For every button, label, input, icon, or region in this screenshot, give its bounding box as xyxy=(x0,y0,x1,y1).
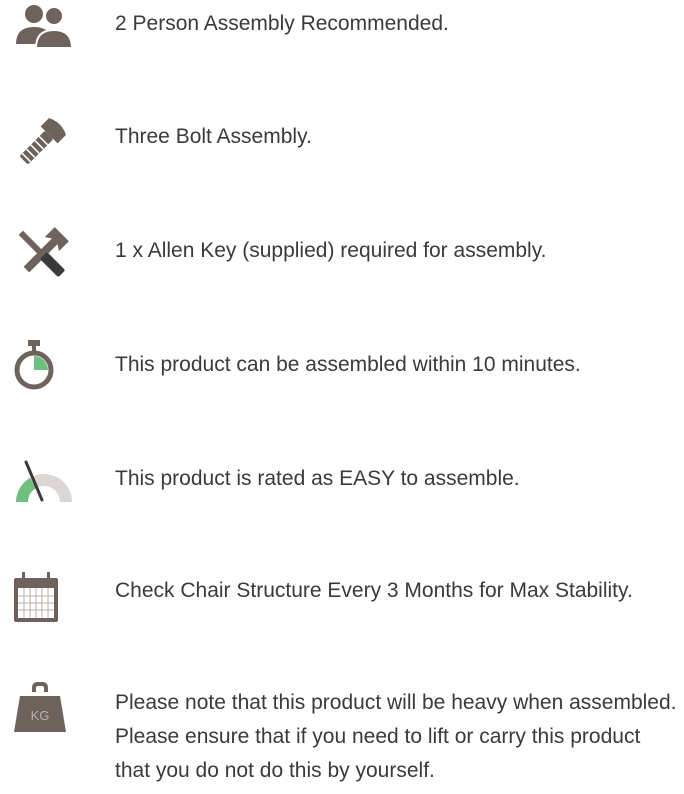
bolt-icon xyxy=(10,110,74,174)
assembly-info-text: 1 x Allen Key (supplied) required for as… xyxy=(115,239,547,262)
stopwatch-icon xyxy=(10,334,74,398)
tools-icon xyxy=(10,222,74,286)
assembly-info-text: Please note that this product will be he… xyxy=(115,691,677,782)
assembly-info-text: This product can be assembled within 10 … xyxy=(115,353,581,376)
two-persons-icon xyxy=(10,0,74,58)
gauge-icon xyxy=(10,448,74,512)
assembly-info-text: Check Chair Structure Every 3 Months for… xyxy=(115,579,633,602)
assembly-info-text: Three Bolt Assembly. xyxy=(115,125,312,148)
weight-icon-label: KG xyxy=(30,708,50,723)
weight-icon: KG xyxy=(10,678,74,742)
assembly-info-text: This product is rated as EASY to assembl… xyxy=(115,467,520,490)
assembly-info-text: 2 Person Assembly Recommended. xyxy=(115,12,449,35)
calendar-icon xyxy=(10,568,74,632)
